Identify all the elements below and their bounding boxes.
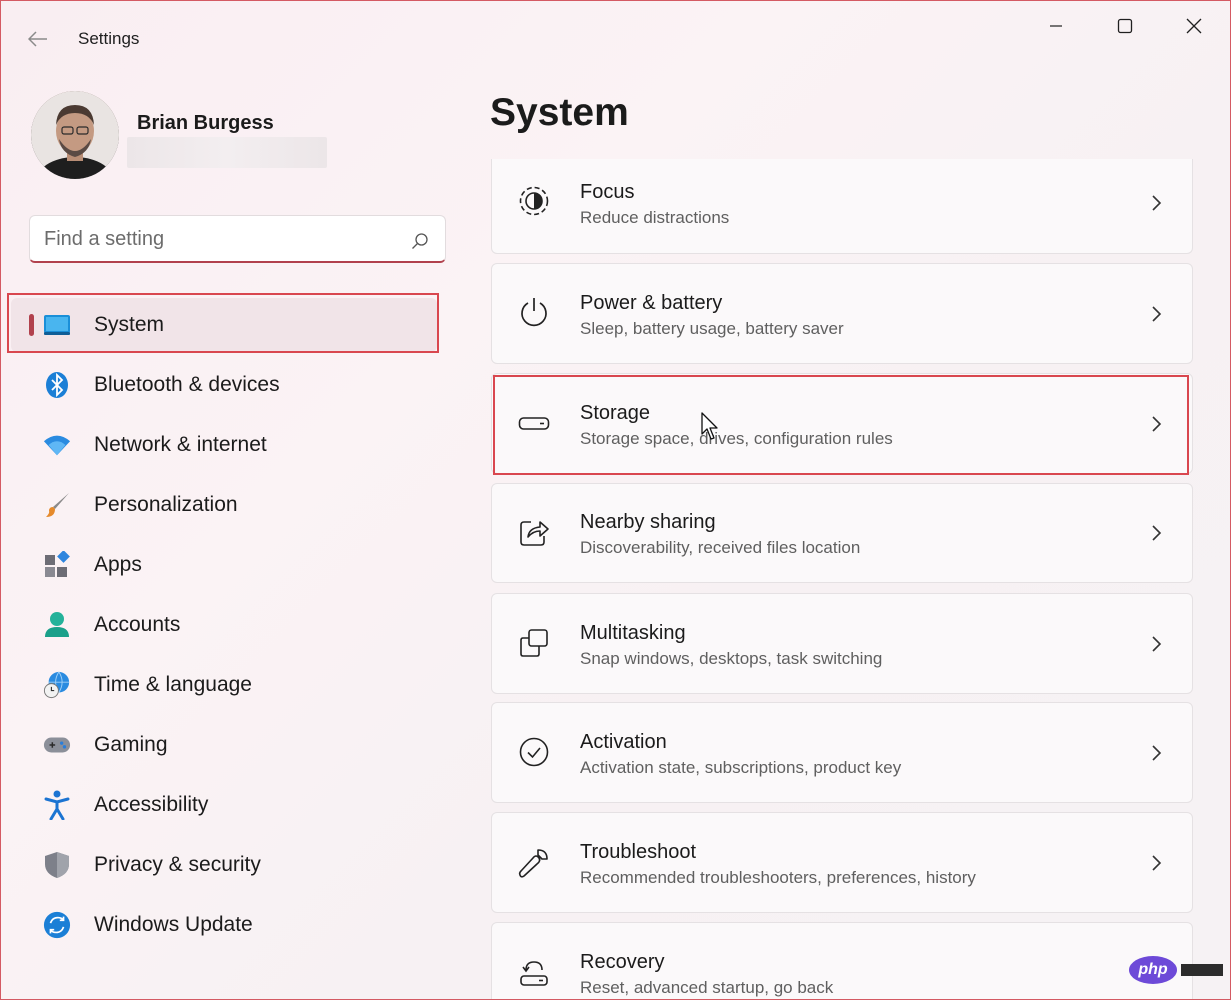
sidebar-item-label: Windows Update (94, 913, 253, 936)
focus-icon (518, 185, 550, 217)
setting-card-storage[interactable]: Storage Storage space, drives, configura… (491, 373, 1193, 474)
sidebar-item-label: Personalization (94, 493, 238, 516)
wifi-icon (43, 431, 71, 459)
sidebar-item-accessibility[interactable]: Accessibility (11, 778, 437, 832)
apps-icon (43, 551, 71, 579)
setting-card-nearby-sharing[interactable]: Nearby sharing Discoverability, received… (491, 483, 1193, 583)
close-button[interactable] (1171, 11, 1217, 41)
sidebar-item-label: System (94, 313, 165, 336)
sidebar-item-apps[interactable]: Apps (11, 538, 437, 592)
chevron-right-icon (1152, 195, 1162, 211)
bluetooth-icon (43, 371, 71, 399)
chevron-right-icon (1152, 525, 1162, 541)
brush-icon (43, 491, 71, 519)
back-button[interactable] (23, 25, 53, 53)
search-icon[interactable] (411, 232, 429, 250)
chevron-right-icon (1152, 745, 1162, 761)
card-subtitle: Recommended troubleshooters, preferences… (580, 868, 976, 887)
card-title: Troubleshoot (580, 841, 696, 863)
sidebar-item-network[interactable]: Network & internet (11, 418, 437, 472)
wrench-icon (518, 847, 550, 879)
search-input[interactable] (44, 226, 394, 252)
card-title: Activation (580, 731, 667, 753)
settings-window: Settings Brian Burgess Find a setting Sy… (0, 0, 1231, 1000)
accounts-icon (43, 611, 71, 639)
accessibility-icon (43, 790, 71, 820)
sidebar-item-label: Gaming (94, 733, 168, 756)
check-circle-icon (518, 736, 550, 768)
card-title: Nearby sharing (580, 511, 716, 533)
sidebar-item-label: Accounts (94, 613, 181, 636)
sidebar-item-bluetooth[interactable]: Bluetooth & devices (11, 358, 437, 412)
back-arrow-icon (28, 31, 47, 47)
card-subtitle: Discoverability, received files location (580, 538, 861, 557)
card-subtitle: Snap windows, desktops, task switching (580, 649, 883, 668)
system-icon (43, 311, 71, 339)
setting-card-activation[interactable]: Activation Activation state, subscriptio… (491, 702, 1193, 803)
update-icon (43, 911, 71, 939)
storage-icon (518, 408, 550, 440)
share-icon (518, 516, 550, 548)
sidebar-item-gaming[interactable]: Gaming (11, 718, 437, 772)
shield-icon (43, 851, 71, 879)
user-email-redacted (127, 137, 327, 168)
avatar-photo (31, 91, 119, 179)
card-subtitle: Storage space, drives, configuration rul… (580, 429, 893, 448)
card-title: Recovery (580, 951, 665, 973)
sidebar-item-windows-update[interactable]: Windows Update (11, 898, 437, 952)
chevron-right-icon (1152, 855, 1162, 871)
watermark-text: php (1129, 956, 1177, 984)
chevron-right-icon (1152, 416, 1162, 432)
maximize-button[interactable] (1102, 11, 1148, 41)
search-box[interactable] (29, 215, 446, 263)
sidebar-item-label: Network & internet (94, 433, 267, 456)
recovery-icon (518, 956, 550, 988)
card-subtitle: Reduce distractions (580, 208, 730, 227)
minimize-icon (1050, 25, 1062, 27)
card-title: Multitasking (580, 622, 686, 644)
card-subtitle: Activation state, subscriptions, product… (580, 758, 902, 777)
close-icon (1186, 18, 1202, 34)
setting-card-focus[interactable]: Focus Reduce distractions (491, 159, 1193, 254)
setting-card-recovery[interactable]: Recovery Reset, advanced startup, go bac… (491, 922, 1193, 999)
watermark-bar (1181, 964, 1223, 976)
globe-clock-icon (43, 671, 71, 699)
sidebar-item-accounts[interactable]: Accounts (11, 598, 437, 652)
sidebar-item-label: Bluetooth & devices (94, 373, 280, 396)
sidebar-item-label: Time & language (94, 673, 252, 696)
sidebar-item-time-language[interactable]: Time & language (11, 658, 437, 712)
setting-card-troubleshoot[interactable]: Troubleshoot Recommended troubleshooters… (491, 812, 1193, 913)
card-subtitle: Reset, advanced startup, go back (580, 978, 834, 997)
mouse-cursor-icon (701, 412, 718, 440)
chevron-right-icon (1152, 306, 1162, 322)
sidebar-item-privacy-security[interactable]: Privacy & security (11, 838, 437, 892)
power-icon (518, 296, 550, 328)
card-title: Power & battery (580, 292, 723, 314)
card-subtitle: Sleep, battery usage, battery saver (580, 319, 844, 338)
title-bar: Settings (1, 1, 1230, 77)
sidebar-item-system[interactable]: System (11, 298, 437, 352)
card-title: Storage (580, 402, 651, 424)
avatar[interactable] (31, 91, 119, 179)
minimize-button[interactable] (1033, 11, 1079, 41)
setting-card-power-battery[interactable]: Power & battery Sleep, battery usage, ba… (491, 263, 1193, 364)
active-indicator (29, 314, 34, 336)
gamepad-icon (43, 731, 71, 759)
multitasking-icon (518, 627, 550, 659)
maximize-icon (1117, 18, 1133, 34)
card-title: Focus (580, 181, 635, 203)
sidebar-item-label: Apps (94, 553, 142, 576)
sidebar-item-personalization[interactable]: Personalization (11, 478, 437, 532)
page-title: System (490, 91, 629, 134)
watermark-logo: php (1129, 953, 1225, 987)
chevron-right-icon (1152, 636, 1162, 652)
sidebar-item-label: Accessibility (94, 793, 209, 816)
setting-card-multitasking[interactable]: Multitasking Snap windows, desktops, tas… (491, 593, 1193, 694)
sidebar-item-label: Privacy & security (94, 853, 261, 876)
user-name: Brian Burgess (137, 112, 274, 134)
app-title: Settings (78, 29, 140, 48)
